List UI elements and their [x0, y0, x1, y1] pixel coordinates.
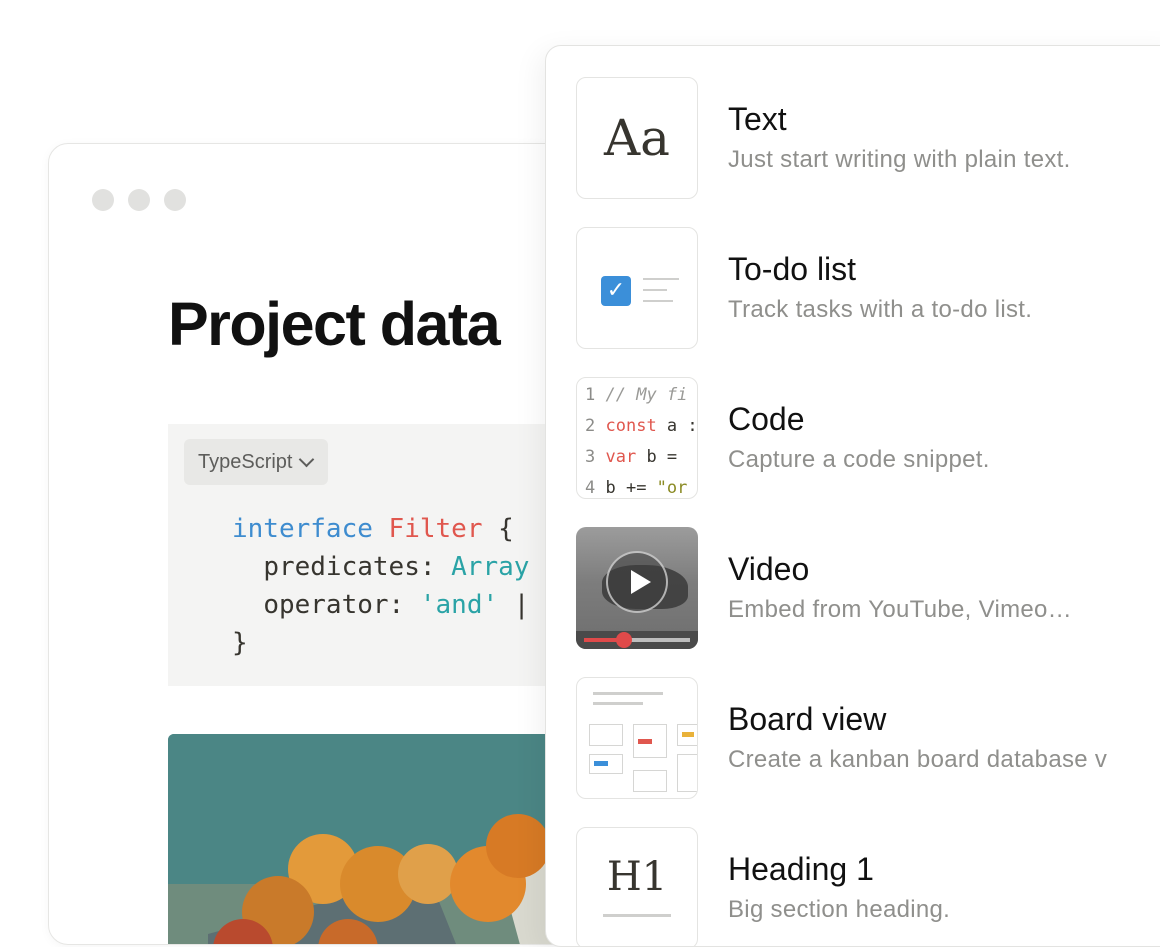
- heading-underline: [603, 914, 671, 917]
- menu-item-title: Text: [728, 101, 787, 137]
- board-thumbnail: [576, 677, 698, 799]
- code-string: 'and': [419, 590, 499, 620]
- video-controls: [576, 631, 698, 649]
- code-property: predicates:: [263, 552, 452, 582]
- board-card: [677, 724, 697, 746]
- todo-thumbnail: ✓: [576, 227, 698, 349]
- menu-item-description: Big section heading.: [728, 896, 951, 923]
- code-brace: }: [232, 628, 248, 658]
- code-type: Array: [451, 552, 530, 582]
- code-property: operator:: [263, 590, 420, 620]
- text-line: [643, 300, 673, 302]
- code-snippet-preview: 1 // My fi 2 const a : 3 var b = 4 b += …: [585, 380, 698, 498]
- code-text: b =: [636, 447, 678, 467]
- block-type-menu: Aa Text Just start writing with plain te…: [545, 45, 1160, 947]
- code-string: "or: [656, 478, 688, 498]
- heading-thumbnail: H1: [576, 827, 698, 946]
- line-number: 3: [585, 447, 596, 467]
- language-select-button[interactable]: TypeScript: [184, 439, 329, 485]
- menu-item-description: Embed from YouTube, Vimeo…: [728, 596, 1072, 623]
- window-dot-icon[interactable]: [92, 189, 114, 211]
- line-number: 1: [585, 385, 596, 405]
- board-card: [589, 754, 623, 774]
- board-card: [677, 754, 697, 792]
- code-operator: |: [498, 590, 530, 620]
- menu-item-description: Just start writing with plain text.: [728, 146, 1071, 173]
- line-number: 2: [585, 416, 596, 436]
- page-title[interactable]: Project data: [168, 289, 501, 359]
- heading-h1-icon: H1: [606, 854, 668, 900]
- window-controls: [92, 189, 186, 211]
- code-content[interactable]: interface Filter { predicates: Array ope…: [232, 510, 529, 662]
- menu-item-title: Video: [728, 551, 810, 587]
- menu-item-description: Track tasks with a to-do list.: [728, 296, 1033, 323]
- line-number: 4: [585, 478, 596, 498]
- menu-item-text[interactable]: Aa Text Just start writing with plain te…: [546, 77, 1160, 201]
- menu-item-title: Code: [728, 401, 805, 437]
- menu-item-description: Capture a code snippet.: [728, 446, 990, 473]
- video-progress-track: [584, 632, 690, 648]
- menu-item-todo-list[interactable]: ✓ To-do list Track tasks with a to-do li…: [546, 227, 1160, 351]
- board-card: [633, 770, 667, 792]
- menu-item-video[interactable]: Video Embed from YouTube, Vimeo…: [546, 527, 1160, 651]
- menu-item-title: Heading 1: [728, 851, 874, 887]
- chevron-down-icon: [299, 451, 315, 468]
- video-progress-knob: [616, 632, 633, 648]
- code-comment: // My fi: [605, 385, 688, 405]
- code-brace: {: [482, 514, 514, 544]
- menu-item-code[interactable]: 1 // My fi 2 const a : 3 var b = 4 b += …: [546, 377, 1160, 501]
- code-type-name: Filter: [388, 514, 483, 544]
- text-aa-icon: Aa: [604, 109, 670, 167]
- video-thumbnail: [576, 527, 698, 649]
- window-dot-icon[interactable]: [164, 189, 186, 211]
- code-keyword: interface: [232, 514, 373, 544]
- text-thumbnail: Aa: [576, 77, 698, 199]
- blue-tag: [594, 761, 608, 766]
- code-text: b +=: [595, 478, 657, 498]
- code-keyword: const: [605, 416, 657, 436]
- menu-item-heading-1[interactable]: H1 Heading 1 Big section heading.: [546, 827, 1160, 946]
- board-title-line: [593, 702, 643, 705]
- code-keyword: var: [605, 447, 637, 467]
- board-card: [589, 724, 623, 746]
- text-line: [643, 289, 667, 291]
- code-thumbnail: 1 // My fi 2 const a : 3 var b = 4 b += …: [576, 377, 698, 499]
- menu-item-title: Board view: [728, 701, 887, 737]
- red-tag: [638, 739, 652, 744]
- menu-item-description: Create a kanban board database v: [728, 746, 1108, 773]
- checkbox-checked-icon: ✓: [601, 276, 631, 306]
- code-text: a :: [656, 416, 698, 436]
- window-dot-icon[interactable]: [128, 189, 150, 211]
- yellow-tag: [682, 732, 694, 737]
- play-icon: [606, 551, 668, 613]
- board-card: [633, 724, 667, 758]
- menu-item-title: To-do list: [728, 251, 857, 287]
- board-title-line: [593, 692, 663, 695]
- menu-item-board-view[interactable]: Board view Create a kanban board databas…: [546, 677, 1160, 801]
- text-line: [643, 278, 679, 280]
- language-label: TypeScript: [198, 450, 293, 473]
